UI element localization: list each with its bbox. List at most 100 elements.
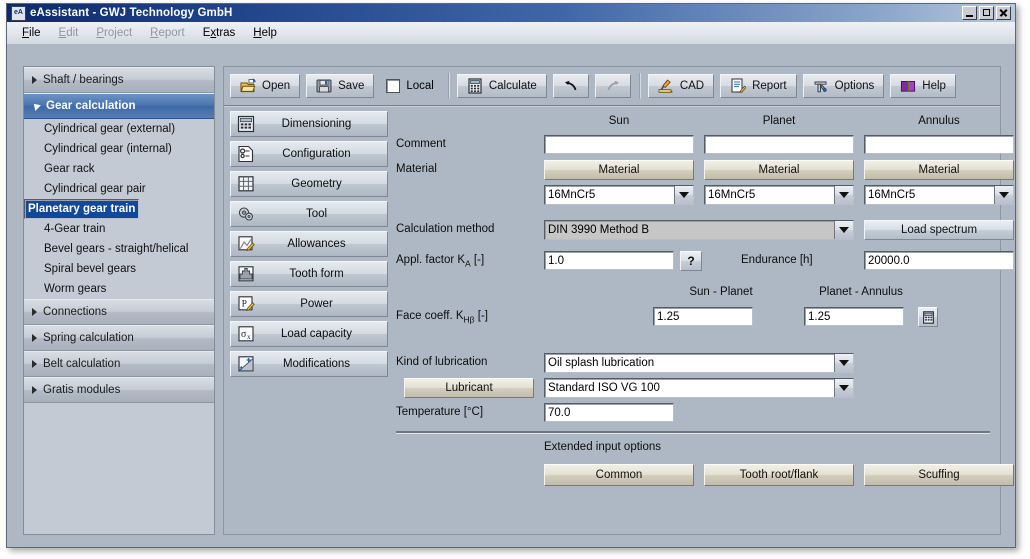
chevron-down-icon[interactable]	[834, 186, 853, 204]
face-coeff-input-sun-planet[interactable]: 1.25	[653, 307, 753, 326]
chevron-down-icon[interactable]	[834, 354, 853, 372]
maximize-button[interactable]	[979, 6, 994, 20]
minimize-button[interactable]	[962, 6, 977, 20]
sidebar-item-cylindrical-gear-pair[interactable]: Cylindrical gear pair	[24, 179, 214, 199]
help-button[interactable]: Help	[890, 74, 956, 98]
tab-label: Geometry	[262, 178, 387, 190]
tab-tool[interactable]: Tool	[230, 201, 388, 227]
grid-icon	[236, 175, 256, 193]
redo-button[interactable]	[595, 74, 631, 98]
sidebar-group-connections[interactable]: Connections	[24, 299, 214, 325]
material-button-annulus[interactable]: Material	[864, 160, 1014, 180]
report-button[interactable]: Report	[720, 74, 797, 98]
column-header-sun: Sun	[544, 115, 694, 127]
comment-input-planet[interactable]	[704, 135, 854, 154]
material-label: Material	[396, 163, 437, 175]
menu-project[interactable]: Project	[89, 25, 139, 41]
menu-report[interactable]: Report	[143, 25, 192, 41]
tab-power[interactable]: P Power	[230, 291, 388, 317]
tab-configuration[interactable]: Configuration	[230, 141, 388, 167]
comment-input-sun[interactable]	[544, 135, 694, 154]
toolbar-separator	[448, 73, 449, 99]
comment-label: Comment	[396, 138, 446, 150]
redo-icon	[605, 78, 621, 94]
options-tools-icon	[813, 78, 829, 94]
lubrication-select[interactable]: Oil splash lubrication	[544, 353, 854, 373]
save-button[interactable]: Save	[306, 74, 374, 98]
lubricant-select[interactable]: Standard ISO VG 100	[544, 378, 854, 398]
tab-geometry[interactable]: Geometry	[230, 171, 388, 197]
sidebar-item-4-gear-train[interactable]: 4-Gear train	[24, 219, 214, 239]
config-document-icon	[236, 145, 256, 163]
sidebar-item-cylindrical-gear-external[interactable]: Cylindrical gear (external)	[24, 119, 214, 139]
cad-button[interactable]: CAD	[648, 74, 714, 98]
comment-input-annulus[interactable]	[864, 135, 1014, 154]
lubricant-button[interactable]: Lubricant	[404, 378, 534, 398]
temperature-input[interactable]: 70.0	[544, 403, 674, 422]
title-bar: eA eAssistant - GWJ Technology GmbH	[7, 4, 1015, 22]
tab-dimensioning[interactable]: Dimensioning	[230, 111, 388, 137]
extended-options-label: Extended input options	[544, 441, 661, 453]
endurance-label: Endurance [h]	[741, 254, 813, 266]
load-spectrum-button[interactable]: Load spectrum	[864, 220, 1014, 240]
chevron-down-icon[interactable]	[834, 379, 853, 397]
sidebar-item-spiral-bevel-gears[interactable]: Spiral bevel gears	[24, 259, 214, 279]
local-checkbox[interactable]	[386, 79, 400, 93]
menu-file[interactable]: File	[15, 25, 48, 41]
sidebar-item-planetary-gear-train[interactable]: Planetary gear train	[24, 199, 139, 219]
sigma-x-icon: σ x	[236, 325, 256, 343]
calculation-method-select[interactable]: DIN 3990 Method B	[544, 220, 854, 240]
sidebar-item-label: Cylindrical gear pair	[44, 183, 146, 195]
column-header-annulus: Annulus	[864, 115, 1014, 127]
sidebar-group-gear-calculation[interactable]: Gear calculation	[24, 93, 214, 119]
face-coeff-calculator-button[interactable]	[918, 307, 938, 327]
material-select-annulus[interactable]: 16MnCr5	[864, 185, 1014, 205]
chevron-down-icon[interactable]	[674, 186, 693, 204]
scuffing-button[interactable]: Scuffing	[864, 464, 1014, 486]
local-checkbox-wrapper[interactable]: Local	[380, 79, 440, 93]
sidebar-item-gear-rack[interactable]: Gear rack	[24, 159, 214, 179]
material-select-sun[interactable]: 16MnCr5	[544, 185, 694, 205]
calculate-label: Calculate	[489, 80, 537, 92]
undo-button[interactable]	[553, 74, 589, 98]
appl-factor-help-button[interactable]: ?	[680, 251, 702, 271]
local-label: Local	[406, 80, 434, 92]
tab-label: Tooth form	[262, 268, 387, 280]
app-icon: eA	[11, 6, 26, 21]
sidebar-group-belt-calculation[interactable]: Belt calculation	[24, 351, 214, 377]
menu-edit[interactable]: Edit	[52, 25, 86, 41]
sidebar-item-cylindrical-gear-internal[interactable]: Cylindrical gear (internal)	[24, 139, 214, 159]
open-button[interactable]: Open	[230, 74, 300, 98]
tab-allowances[interactable]: Allowances	[230, 231, 388, 257]
appl-factor-label-post: [-]	[471, 254, 484, 266]
sidebar-item-worm-gears[interactable]: Worm gears	[24, 279, 214, 299]
common-button[interactable]: Common	[544, 464, 694, 486]
tab-modifications[interactable]: Modifications	[230, 351, 388, 377]
tooth-root-flank-button[interactable]: Tooth root/flank	[704, 464, 854, 486]
calculate-button[interactable]: Calculate	[457, 74, 547, 98]
main-panel: Open Save Local	[223, 66, 1001, 535]
floppy-disk-icon	[316, 78, 332, 94]
sidebar-item-bevel-gears[interactable]: Bevel gears - straight/helical	[24, 239, 214, 259]
options-button[interactable]: Options	[803, 74, 885, 98]
material-button-sun[interactable]: Material	[544, 160, 694, 180]
tab-tooth-form[interactable]: Tooth form	[230, 261, 388, 287]
chevron-down-icon[interactable]	[834, 221, 853, 239]
calculator-icon	[922, 311, 935, 324]
sidebar-group-gratis-modules[interactable]: Gratis modules	[24, 377, 214, 403]
sidebar-group-shaft-bearings[interactable]: Shaft / bearings	[24, 67, 214, 93]
tab-load-capacity[interactable]: σ x Load capacity	[230, 321, 388, 347]
face-coeff-input-planet-annulus[interactable]: 1.25	[804, 307, 904, 326]
sidebar-group-spring-calculation[interactable]: Spring calculation	[24, 325, 214, 351]
menu-help[interactable]: Help	[246, 25, 284, 41]
close-button[interactable]	[996, 6, 1011, 20]
material-select-planet[interactable]: 16MnCr5	[704, 185, 854, 205]
menu-extras[interactable]: Extras	[196, 25, 243, 41]
endurance-input[interactable]: 20000.0	[864, 251, 1014, 270]
appl-factor-input[interactable]: 1.0	[544, 251, 674, 270]
gears-icon	[236, 205, 256, 223]
calculator-icon	[236, 115, 256, 133]
chevron-down-icon[interactable]	[994, 186, 1013, 204]
material-button-planet[interactable]: Material	[704, 160, 854, 180]
open-label: Open	[262, 80, 290, 92]
